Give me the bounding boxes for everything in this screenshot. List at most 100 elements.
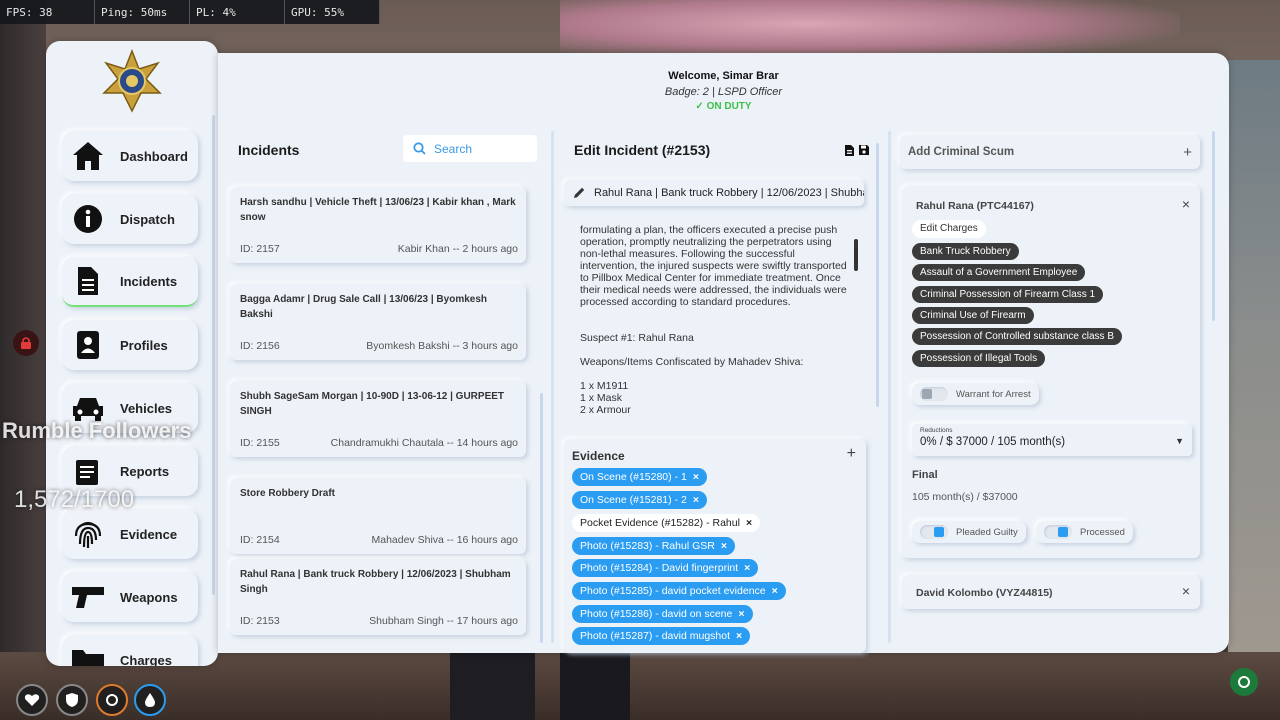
lock-icon bbox=[13, 330, 39, 356]
evidence-chip[interactable]: Photo (#15287) - david mugshot × bbox=[572, 627, 751, 645]
rumble-followers-label: Rumble Followers bbox=[2, 418, 192, 443]
close-icon[interactable]: × bbox=[693, 494, 699, 506]
toggle-switch[interactable] bbox=[920, 387, 948, 401]
incident-list-item[interactable]: Rahul Rana | Bank truck Robbery | 12/06/… bbox=[230, 559, 526, 635]
evidence-label: Photo (#15285) - david pocket evidence bbox=[580, 585, 766, 597]
incident-title-input[interactable]: Rahul Rana | Bank truck Robbery | 12/06/… bbox=[564, 180, 864, 206]
rumble-followers-count: 1,572/1700 bbox=[14, 486, 135, 513]
charge-chip: Bank Truck Robbery bbox=[912, 243, 1019, 260]
evidence-chip[interactable]: Pocket Evidence (#15282) - Rahul × bbox=[572, 514, 761, 532]
close-icon[interactable]: × bbox=[746, 517, 752, 529]
incident-meta: Mahadev Shiva -- 16 hours ago bbox=[371, 534, 518, 546]
close-icon[interactable]: × bbox=[744, 562, 750, 574]
badge-text: Badge: 2 | LSPD Officer bbox=[664, 86, 783, 98]
incident-id: ID: 2154 bbox=[240, 534, 280, 546]
report-weapon-item: 2 x Armour bbox=[580, 404, 631, 416]
close-icon[interactable]: × bbox=[772, 585, 778, 597]
report-scrollbar[interactable] bbox=[854, 239, 858, 271]
evidence-label: Photo (#15283) - Rahul GSR bbox=[580, 540, 715, 552]
evidence-chip[interactable]: Photo (#15283) - Rahul GSR × bbox=[572, 537, 735, 555]
close-icon[interactable]: × bbox=[1182, 196, 1190, 212]
sidebar-item-label: Evidence bbox=[120, 526, 178, 542]
report-textarea[interactable]: formulating a plan, the officers execute… bbox=[564, 220, 868, 462]
evidence-label: On Scene (#15280) - 1 bbox=[580, 471, 687, 483]
add-criminal-button[interactable]: Add Criminal Scum + bbox=[900, 135, 1200, 169]
incident-title: Harsh sandhu | Vehicle Theft | 13/06/23 … bbox=[240, 197, 516, 223]
report-line: intervention, the injured suspects were … bbox=[580, 260, 847, 272]
incident-list-item[interactable]: Bagga Adamr | Drug Sale Call | 13/06/23 … bbox=[230, 284, 526, 360]
incident-id: ID: 2156 bbox=[240, 340, 280, 352]
sidebar-item-label: Weapons bbox=[120, 589, 178, 605]
sidebar-item-charges[interactable]: Charges bbox=[62, 635, 198, 666]
close-icon[interactable]: × bbox=[738, 608, 744, 620]
column-divider bbox=[888, 131, 891, 643]
toggle-switch[interactable] bbox=[1044, 525, 1072, 539]
incident-list-item[interactable]: Harsh sandhu | Vehicle Theft | 13/06/23 … bbox=[230, 187, 526, 263]
info-icon bbox=[70, 201, 106, 237]
thirst-icon bbox=[134, 684, 166, 716]
hunger-icon bbox=[96, 684, 128, 716]
add-evidence-button[interactable]: + bbox=[847, 445, 856, 463]
report-weapon-item: 1 x Mask bbox=[580, 392, 623, 404]
close-icon[interactable]: × bbox=[736, 630, 742, 642]
sidebar-item-incidents[interactable]: Incidents bbox=[62, 257, 198, 307]
report-weapons-header: Weapons/Items Confiscated by Mahadev Shi… bbox=[580, 356, 804, 368]
report-line: formulating a plan, the officers execute… bbox=[580, 224, 838, 236]
welcome-text: Welcome, Simar Brar bbox=[668, 70, 779, 82]
incidents-scrollbar[interactable] bbox=[540, 393, 543, 643]
evidence-chip[interactable]: Photo (#15285) - david pocket evidence × bbox=[572, 582, 786, 600]
sidebar-item-weapons[interactable]: Weapons bbox=[62, 572, 198, 622]
chevron-down-icon: ▼ bbox=[1175, 436, 1184, 446]
evidence-chip[interactable]: On Scene (#15280) - 1 × bbox=[572, 468, 707, 486]
save-icon[interactable] bbox=[858, 144, 870, 156]
plus-icon: + bbox=[1183, 143, 1192, 161]
sidebar: Dashboard Dispatch Incidents Profiles Ve… bbox=[46, 41, 218, 666]
evidence-chip[interactable]: Photo (#15286) - david on scene × bbox=[572, 605, 753, 623]
voice-icon bbox=[1230, 668, 1258, 696]
duty-status: ✓ ON DUTY bbox=[695, 101, 752, 112]
edit-scrollbar[interactable] bbox=[876, 143, 879, 407]
close-icon[interactable]: × bbox=[721, 540, 727, 552]
criminals-scrollbar[interactable] bbox=[1212, 131, 1215, 321]
pleaded-guilty-toggle[interactable]: Pleaded Guilty bbox=[912, 521, 1026, 543]
processed-toggle[interactable]: Processed bbox=[1036, 521, 1133, 543]
incident-list-item[interactable]: Store Robbery Draft ID: 2154 Mahadev Shiv… bbox=[230, 478, 526, 554]
packet-loss-readout: PL: 4% bbox=[190, 0, 285, 24]
add-criminal-label: Add Criminal Scum bbox=[908, 146, 1015, 158]
report-line: operation, promptly neutralizing the per… bbox=[580, 236, 832, 248]
police-badge-icon bbox=[102, 49, 162, 113]
new-document-icon[interactable] bbox=[844, 144, 855, 157]
evidence-chip[interactable]: On Scene (#15281) - 2 × bbox=[572, 491, 707, 509]
profile-icon bbox=[70, 327, 106, 363]
report-line: processed according to standard procedur… bbox=[580, 296, 791, 308]
edit-charges-button[interactable]: Edit Charges bbox=[912, 220, 986, 238]
sidebar-item-evidence[interactable]: Evidence bbox=[62, 509, 198, 559]
background-wall bbox=[0, 0, 46, 720]
criminal-name: David Kolombo (VYZ44815) bbox=[916, 587, 1053, 599]
sidebar-item-profiles[interactable]: Profiles bbox=[62, 320, 198, 370]
close-icon[interactable]: × bbox=[1182, 583, 1190, 599]
sidebar-item-dashboard[interactable]: Dashboard bbox=[62, 131, 198, 181]
warrant-toggle[interactable]: Warrant for Arrest bbox=[912, 383, 1039, 405]
background-character bbox=[450, 652, 535, 720]
reductions-select[interactable]: Reductions 0% / $ 37000 / 105 month(s) ▼ bbox=[912, 424, 1192, 456]
gpu-readout: GPU: 55% bbox=[285, 0, 380, 24]
search-input[interactable]: Search bbox=[403, 135, 537, 162]
incident-list-item[interactable]: Shubh SageSam Morgan | 10-90D | 13-06-12… bbox=[230, 381, 526, 457]
mdt-main-panel: Welcome, Simar Brar Badge: 2 | LSPD Offi… bbox=[218, 53, 1229, 653]
sidebar-item-label: Reports bbox=[120, 463, 170, 479]
incident-id: ID: 2157 bbox=[240, 243, 280, 255]
close-icon[interactable]: × bbox=[693, 471, 699, 483]
evidence-chip[interactable]: Photo (#15284) - David fingerprint × bbox=[572, 559, 759, 577]
home-icon bbox=[70, 138, 106, 174]
toggle-switch[interactable] bbox=[920, 525, 948, 539]
charge-chip: Assault of a Government Employee bbox=[912, 264, 1086, 281]
incident-title: Rahul Rana | Bank truck Robbery | 12/06/… bbox=[240, 569, 511, 595]
incident-meta: Kabir Khan -- 2 hours ago bbox=[397, 243, 518, 255]
sidebar-item-label: Dashboard bbox=[120, 148, 188, 164]
reductions-value: 0% / $ 37000 / 105 month(s) bbox=[920, 436, 1066, 448]
sidebar-scrollbar[interactable] bbox=[212, 115, 215, 595]
incident-id: ID: 2155 bbox=[240, 437, 280, 449]
evidence-label: On Scene (#15281) - 2 bbox=[580, 494, 687, 506]
sidebar-item-dispatch[interactable]: Dispatch bbox=[62, 194, 198, 244]
